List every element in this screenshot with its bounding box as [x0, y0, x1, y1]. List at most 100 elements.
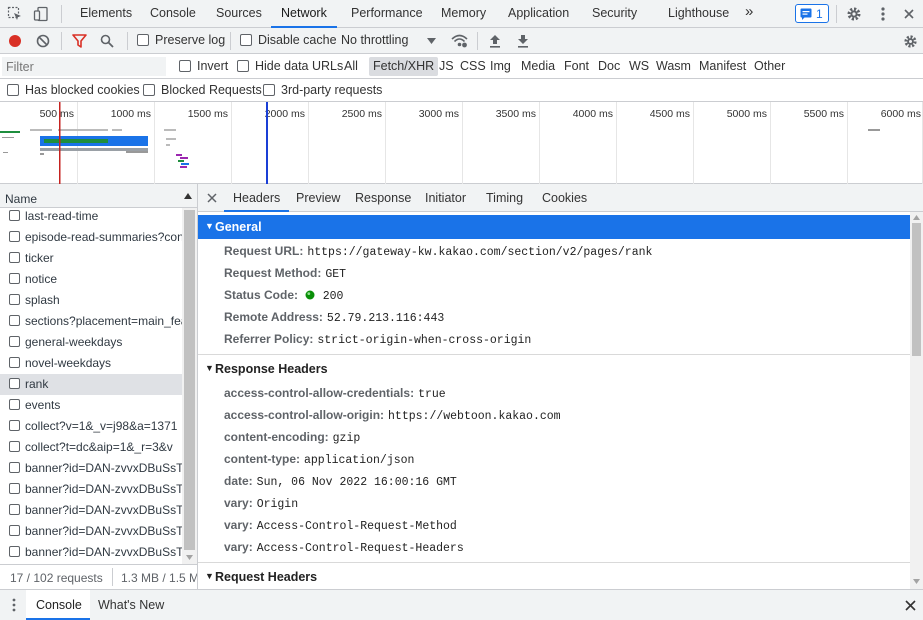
request-row-selected[interactable]: rank: [0, 374, 182, 395]
export-har-download-icon[interactable]: [515, 33, 531, 49]
scrollbar-thumb[interactable]: [184, 210, 195, 550]
network-toolbar: Preserve log Disable cache No throttling: [0, 28, 923, 54]
expanded-triangle-icon: ▼: [205, 571, 214, 581]
tab-elements[interactable]: Elements: [80, 0, 132, 27]
device-toolbar-icon[interactable]: [32, 5, 50, 23]
type-filter-fetch-xhr[interactable]: Fetch/XHR: [369, 57, 439, 76]
transferred-size: 1.3 MB / 1.5 M: [121, 571, 197, 585]
details-scrollbar[interactable]: [910, 212, 923, 589]
scroll-up-arrow-icon[interactable]: [913, 215, 920, 220]
tab-application[interactable]: Application: [508, 0, 569, 27]
name-column-label: Name: [5, 192, 38, 206]
tab-cookies[interactable]: Cookies: [542, 191, 587, 205]
disable-cache-label: Disable cache: [258, 33, 337, 47]
network-overview-timeline[interactable]: 500 ms 1000 ms 1500 ms 2000 ms 2500 ms 3…: [0, 102, 923, 184]
network-settings-gear-icon[interactable]: [902, 33, 918, 49]
type-filter-font[interactable]: Font: [564, 59, 589, 73]
type-filter-ws[interactable]: WS: [629, 59, 649, 73]
request-row[interactable]: episode-read-summaries?con: [0, 227, 182, 248]
header-row: vary: Origin: [224, 496, 299, 511]
import-har-upload-icon[interactable]: [487, 33, 503, 49]
type-filter-all[interactable]: All: [344, 59, 358, 73]
type-filter-doc[interactable]: Doc: [598, 59, 620, 73]
has-blocked-cookies-label: Has blocked cookies: [25, 83, 140, 97]
tab-lighthouse[interactable]: Lighthouse: [668, 0, 729, 27]
request-row[interactable]: notice: [0, 269, 182, 290]
sort-ascending-icon[interactable]: [184, 192, 192, 200]
tab-initiator[interactable]: Initiator: [425, 191, 466, 205]
request-row[interactable]: ticker: [0, 248, 182, 269]
request-row[interactable]: events: [0, 395, 182, 416]
general-section-header[interactable]: ▼ General: [198, 215, 910, 239]
clear-icon[interactable]: [35, 33, 51, 49]
kebab-menu-icon[interactable]: [874, 5, 892, 23]
request-row[interactable]: banner?id=DAN-zvvxDBuSsTr: [0, 542, 182, 563]
request-row[interactable]: banner?id=DAN-zvvxDBuSsTr: [0, 458, 182, 479]
close-drawer-icon[interactable]: [904, 599, 916, 611]
drawer-tab-whats-new[interactable]: What's New: [98, 598, 164, 612]
scroll-down-arrow-icon[interactable]: [913, 579, 920, 584]
type-filter-wasm[interactable]: Wasm: [656, 59, 691, 73]
hide-data-urls-label: Hide data URLs: [255, 59, 344, 73]
tab-console[interactable]: Console: [150, 0, 196, 27]
filter-input[interactable]: [2, 57, 166, 76]
request-list-scrollbar[interactable]: [182, 208, 197, 564]
scroll-down-arrow-icon[interactable]: [185, 553, 194, 561]
scrollbar-thumb[interactable]: [912, 223, 921, 356]
drawer-menu-kebab-icon[interactable]: [10, 598, 18, 612]
throttling-select[interactable]: No throttling: [341, 33, 408, 47]
blocked-requests-checkbox[interactable]: [143, 84, 155, 96]
type-filter-img[interactable]: Img: [490, 59, 511, 73]
dropdown-arrow-icon[interactable]: [426, 36, 436, 46]
has-blocked-cookies-checkbox[interactable]: [7, 84, 19, 96]
invert-checkbox[interactable]: [179, 60, 191, 72]
tab-sources[interactable]: Sources: [216, 0, 262, 27]
network-conditions-wifi-icon[interactable]: [450, 33, 468, 49]
search-icon[interactable]: [99, 33, 115, 49]
response-headers-section-header[interactable]: ▼ Response Headers: [198, 357, 910, 381]
issues-badge[interactable]: 1: [795, 4, 829, 23]
request-row[interactable]: splash: [0, 290, 182, 311]
inspect-element-icon[interactable]: [6, 5, 24, 23]
request-row[interactable]: general-weekdays: [0, 332, 182, 353]
record-stop-icon[interactable]: [7, 33, 23, 49]
request-row[interactable]: last-read-time: [0, 206, 182, 227]
type-filter-manifest[interactable]: Manifest: [699, 59, 746, 73]
name-column-header[interactable]: Name: [0, 184, 197, 208]
tab-security[interactable]: Security: [592, 0, 637, 27]
tab-headers[interactable]: Headers: [223, 191, 290, 212]
close-devtools-icon[interactable]: [900, 5, 918, 23]
devtools-tab-bar: Elements Console Sources Network Perform…: [0, 0, 923, 28]
type-filter-css[interactable]: CSS: [460, 59, 486, 73]
blocked-requests-label: Blocked Requests: [161, 83, 262, 97]
third-party-requests-checkbox[interactable]: [263, 84, 275, 96]
tab-preview[interactable]: Preview: [296, 191, 340, 205]
filter-funnel-icon[interactable]: [71, 33, 87, 49]
request-row[interactable]: banner?id=DAN-zvvxDBuSsTr: [0, 479, 182, 500]
header-row: vary: Access-Control-Request-Headers: [224, 540, 464, 555]
request-row[interactable]: collect?t=dc&aip=1&_r=3&v: [0, 437, 182, 458]
request-row[interactable]: novel-weekdays: [0, 353, 182, 374]
type-filter-other[interactable]: Other: [754, 59, 785, 73]
tab-memory[interactable]: Memory: [441, 0, 486, 27]
tab-response[interactable]: Response: [355, 191, 411, 205]
disable-cache-checkbox[interactable]: [240, 34, 252, 46]
header-row: content-type: application/json: [224, 452, 415, 467]
more-tabs-button[interactable]: »: [745, 0, 753, 25]
request-list: Name last-read-time episode-read-summari…: [0, 184, 198, 564]
type-filter-js[interactable]: JS: [439, 59, 454, 73]
hide-data-urls-checkbox[interactable]: [237, 60, 249, 72]
tab-performance[interactable]: Performance: [351, 0, 423, 27]
close-details-icon[interactable]: [206, 192, 217, 203]
drawer-tab-console[interactable]: Console: [26, 590, 90, 620]
request-row[interactable]: sections?placement=main_fea: [0, 311, 182, 332]
settings-gear-icon[interactable]: [845, 5, 863, 23]
request-row[interactable]: banner?id=DAN-zvvxDBuSsTr: [0, 500, 182, 521]
tab-network[interactable]: Network: [271, 0, 337, 28]
request-headers-section-header[interactable]: ▼ Request Headers: [198, 565, 910, 589]
tab-timing[interactable]: Timing: [486, 191, 523, 205]
type-filter-media[interactable]: Media: [521, 59, 555, 73]
request-row[interactable]: banner?id=DAN-zvvxDBuSsTr: [0, 521, 182, 542]
request-row[interactable]: collect?v=1&_v=j98&a=1371: [0, 416, 182, 437]
preserve-log-checkbox[interactable]: [137, 34, 149, 46]
